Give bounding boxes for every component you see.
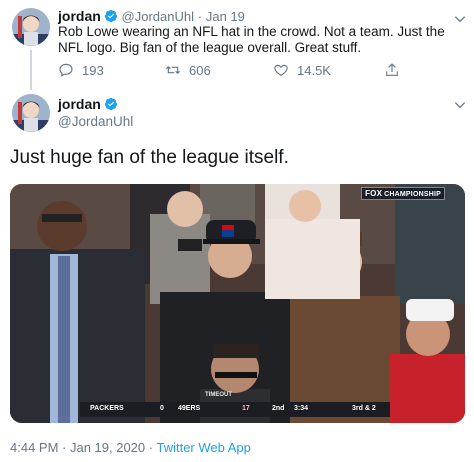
tweet-text: Rob Lowe wearing an NFL hat in the crowd… bbox=[58, 24, 445, 55]
chevron-down-icon[interactable] bbox=[453, 98, 467, 112]
tweet-date[interactable]: Jan 19 bbox=[206, 9, 245, 24]
retweet-icon bbox=[165, 62, 181, 78]
tweet-source-link[interactable]: Twitter Web App bbox=[156, 440, 250, 455]
broadcast-title: CHAMPIONSHIP bbox=[384, 191, 441, 198]
tweet-timestamp: 4:44 PM · Jan 19, 2020 · Twitter Web App bbox=[10, 440, 251, 455]
author-name[interactable]: jordan bbox=[58, 8, 101, 24]
tweet-text: Just huge fan of the league itself. bbox=[10, 147, 289, 168]
like-count: 14.5K bbox=[297, 62, 331, 78]
tweet-header: jordan @JordanUhl bbox=[58, 96, 133, 129]
author-name-row: jordan bbox=[58, 96, 133, 112]
share-icon bbox=[384, 62, 400, 78]
author-name[interactable]: jordan bbox=[58, 96, 101, 112]
thread-line bbox=[30, 50, 32, 90]
share-button[interactable] bbox=[384, 62, 400, 78]
scoreboard: PACKERS 0 49ERS 17 2nd 3:34 3rd & 2 bbox=[80, 402, 390, 417]
broadcast-bug: FOX CHAMPIONSHIP bbox=[361, 187, 445, 200]
down-distance: 3rd & 2 bbox=[352, 405, 376, 412]
reply-count: 193 bbox=[82, 62, 104, 78]
game-clock: 3:34 bbox=[294, 405, 309, 412]
author-handle[interactable]: @JordanUhl bbox=[122, 9, 194, 24]
broadcast-scene bbox=[10, 184, 465, 423]
fox-logo: FOX bbox=[365, 189, 383, 198]
avatar[interactable] bbox=[12, 8, 50, 46]
tweet-actions: 193 606 14.5K bbox=[58, 62, 438, 80]
team1-name: PACKERS bbox=[90, 405, 124, 412]
retweet-button[interactable]: 606 bbox=[165, 62, 211, 78]
quarter: 2nd bbox=[272, 405, 285, 412]
separator: · bbox=[197, 9, 203, 24]
tweet-media-image[interactable]: FOX CHAMPIONSHIP bbox=[10, 184, 465, 423]
like-button[interactable]: 14.5K bbox=[273, 62, 331, 78]
author-handle[interactable]: @JordanUhl bbox=[58, 114, 133, 129]
timeout-label: TIMEOUT bbox=[205, 392, 232, 398]
tweet-header: jordan @JordanUhl · Jan 19 bbox=[58, 8, 245, 24]
tweet-time[interactable]: 4:44 PM · Jan 19, 2020 · bbox=[10, 440, 156, 455]
reply-icon bbox=[58, 62, 74, 78]
team2-name: 49ERS bbox=[178, 405, 201, 412]
verified-badge-icon bbox=[104, 97, 118, 111]
team1-score: 0 bbox=[160, 405, 164, 412]
like-icon bbox=[273, 62, 289, 78]
avatar[interactable] bbox=[12, 94, 50, 132]
verified-badge-icon bbox=[104, 9, 118, 23]
retweet-count: 606 bbox=[189, 62, 211, 78]
reply-button[interactable]: 193 bbox=[58, 62, 104, 78]
team2-score: 17 bbox=[242, 405, 250, 412]
